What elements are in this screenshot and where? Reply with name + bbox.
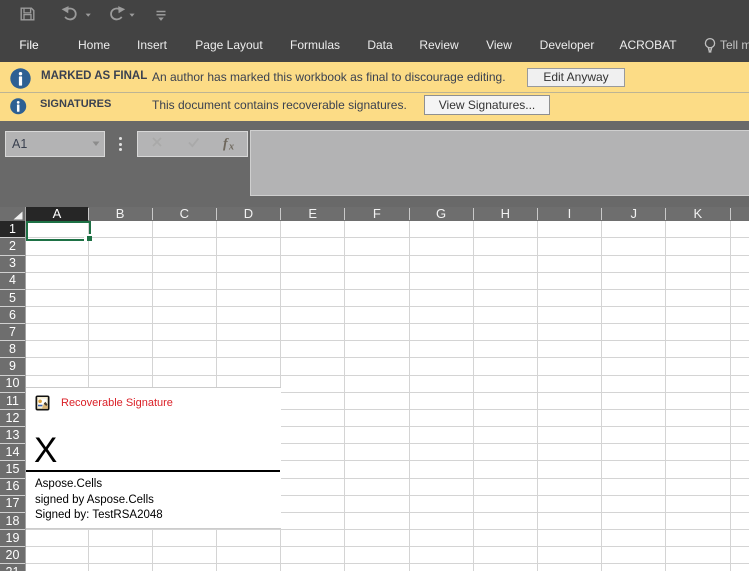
svg-text:x: x	[228, 142, 234, 153]
